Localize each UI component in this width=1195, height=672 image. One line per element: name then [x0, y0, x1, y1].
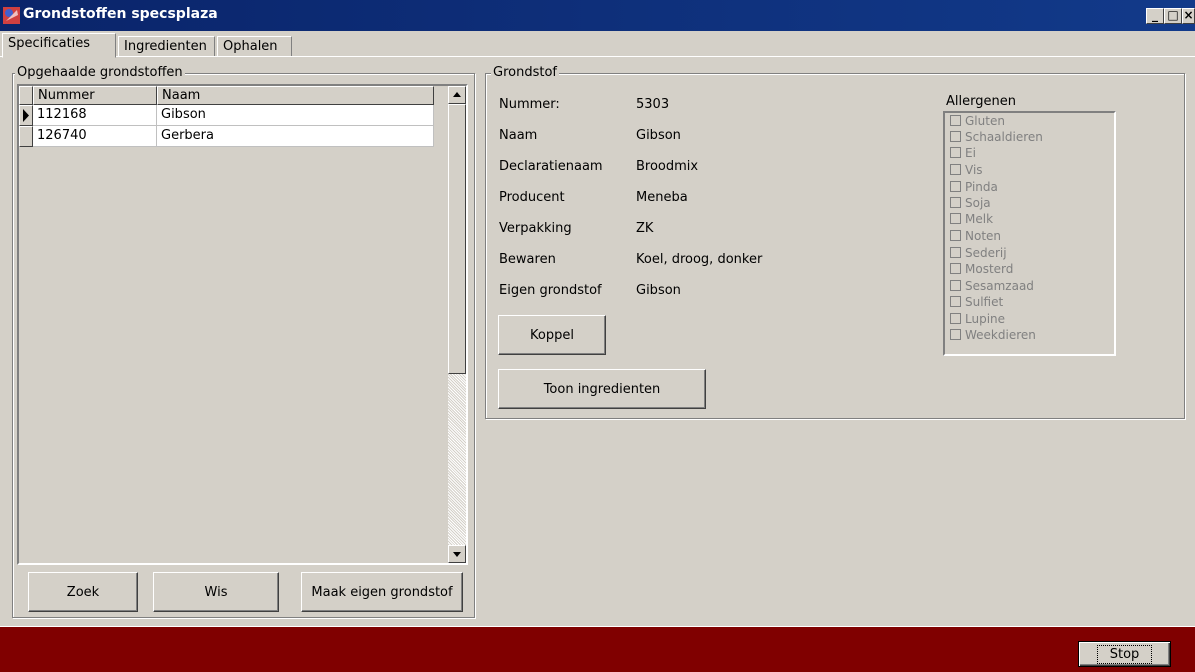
allergenen-list: Gluten Schaaldieren Ei Vis Pinda Soja Me…: [943, 111, 1116, 356]
allergen-mosterd: Mosterd: [950, 263, 1013, 279]
grid-corner-header: [19, 86, 33, 105]
maak-eigen-grondstof-button[interactable]: Maak eigen grondstof: [301, 572, 463, 612]
opgehaalde-grondstoffen-title: Opgehaalde grondstoffen: [15, 65, 185, 80]
current-row-arrow-icon: [23, 109, 29, 122]
scroll-up-button[interactable]: [448, 86, 466, 104]
allergen-checkbox: [950, 213, 961, 224]
allergen-checkbox: [950, 131, 961, 142]
grondstof-group: Grondstof Nummer: 5303 Naam Gibson Decla…: [485, 65, 1185, 419]
allergen-checkbox: [950, 313, 961, 324]
app-icon: [3, 7, 20, 24]
opgehaalde-grondstoffen-group: Opgehaalde grondstoffen Nummer Naam 1121…: [12, 65, 475, 618]
wis-button[interactable]: Wis: [153, 572, 279, 612]
declaratienaam-label: Declaratienaam: [499, 159, 603, 174]
allergen-noten: Noten: [950, 230, 1001, 246]
allergenen-title: Allergenen: [946, 94, 1016, 109]
allergen-weekdieren: Weekdieren: [950, 329, 1036, 345]
tab-bar: Specificaties Ingredienten Ophalen: [0, 33, 1195, 58]
allergen-checkbox: [950, 197, 961, 208]
scroll-thumb[interactable]: [448, 104, 466, 374]
allergen-checkbox: [950, 115, 961, 126]
cell-naam[interactable]: Gibson: [157, 105, 434, 126]
koppel-button[interactable]: Koppel: [498, 315, 606, 355]
arrow-down-icon: [453, 552, 461, 557]
allergen-checkbox: [950, 280, 961, 291]
allergen-sesamzaad: Sesamzaad: [950, 280, 1034, 296]
verpakking-value: ZK: [636, 221, 654, 236]
allergen-soja: Soja: [950, 197, 991, 213]
allergen-schaaldieren: Schaaldieren: [950, 131, 1043, 147]
allergen-melk: Melk: [950, 213, 993, 229]
bewaren-label: Bewaren: [499, 252, 556, 267]
allergen-lupine: Lupine: [950, 313, 1005, 329]
eigen-grondstof-label: Eigen grondstof: [499, 283, 602, 298]
column-header-naam[interactable]: Naam: [157, 86, 434, 105]
vertical-scrollbar[interactable]: [448, 86, 466, 563]
allergen-sulfiet: Sulfiet: [950, 296, 1003, 312]
stop-button-label: Stop: [1096, 644, 1153, 664]
allergen-checkbox: [950, 296, 961, 307]
window-title: Grondstoffen specsplaza: [23, 6, 218, 22]
minimize-button[interactable]: _: [1146, 8, 1164, 24]
naam-value: Gibson: [636, 128, 681, 143]
allergen-vis: Vis: [950, 164, 983, 180]
footer-bar: Stop: [0, 626, 1195, 672]
tab-ingredienten[interactable]: Ingredienten: [118, 36, 215, 57]
scroll-down-button[interactable]: [448, 545, 466, 563]
close-button[interactable]: ×: [1182, 8, 1195, 24]
allergen-checkbox: [950, 147, 961, 158]
stop-button[interactable]: Stop: [1078, 641, 1171, 667]
allergen-checkbox: [950, 247, 961, 258]
grondstoffen-grid[interactable]: Nummer Naam 112168 Gibson 126740 Gerbera: [17, 84, 468, 565]
verpakking-label: Verpakking: [499, 221, 572, 236]
allergen-checkbox: [950, 263, 961, 274]
toon-ingredienten-button[interactable]: Toon ingredienten: [498, 369, 706, 409]
tab-specificaties[interactable]: Specificaties: [2, 33, 116, 58]
tab-panel-specificaties: Opgehaalde grondstoffen Nummer Naam 1121…: [0, 56, 1195, 623]
allergen-ei: Ei: [950, 147, 976, 163]
nummer-value: 5303: [636, 97, 670, 112]
eigen-grondstof-value: Gibson: [636, 283, 681, 298]
maximize-button[interactable]: □: [1164, 8, 1182, 24]
allergen-checkbox: [950, 164, 961, 175]
naam-label: Naam: [499, 128, 538, 143]
column-header-nummer[interactable]: Nummer: [33, 86, 157, 105]
cell-nummer[interactable]: 112168: [33, 105, 157, 126]
allergen-checkbox: [950, 329, 961, 340]
table-row[interactable]: 112168 Gibson: [19, 105, 434, 126]
allergen-sederij: Sederij: [950, 247, 1007, 263]
row-indicator: [19, 126, 33, 147]
nummer-label: Nummer:: [499, 97, 560, 112]
declaratienaam-value: Broodmix: [636, 159, 699, 174]
producent-label: Producent: [499, 190, 565, 205]
title-bar: Grondstoffen specsplaza _ □ ×: [0, 0, 1195, 31]
zoek-button[interactable]: Zoek: [28, 572, 138, 612]
table-row[interactable]: 126740 Gerbera: [19, 126, 434, 147]
allergen-checkbox: [950, 230, 961, 241]
tab-ophalen[interactable]: Ophalen: [217, 36, 292, 57]
allergen-checkbox: [950, 181, 961, 192]
row-indicator: [19, 105, 33, 126]
bewaren-value: Koel, droog, donker: [636, 252, 763, 267]
arrow-up-icon: [453, 92, 461, 97]
producent-value: Meneba: [636, 190, 688, 205]
cell-naam[interactable]: Gerbera: [157, 126, 434, 147]
cell-nummer[interactable]: 126740: [33, 126, 157, 147]
allergen-pinda: Pinda: [950, 181, 998, 197]
allergen-gluten: Gluten: [950, 115, 1005, 131]
grondstof-title: Grondstof: [491, 65, 559, 80]
